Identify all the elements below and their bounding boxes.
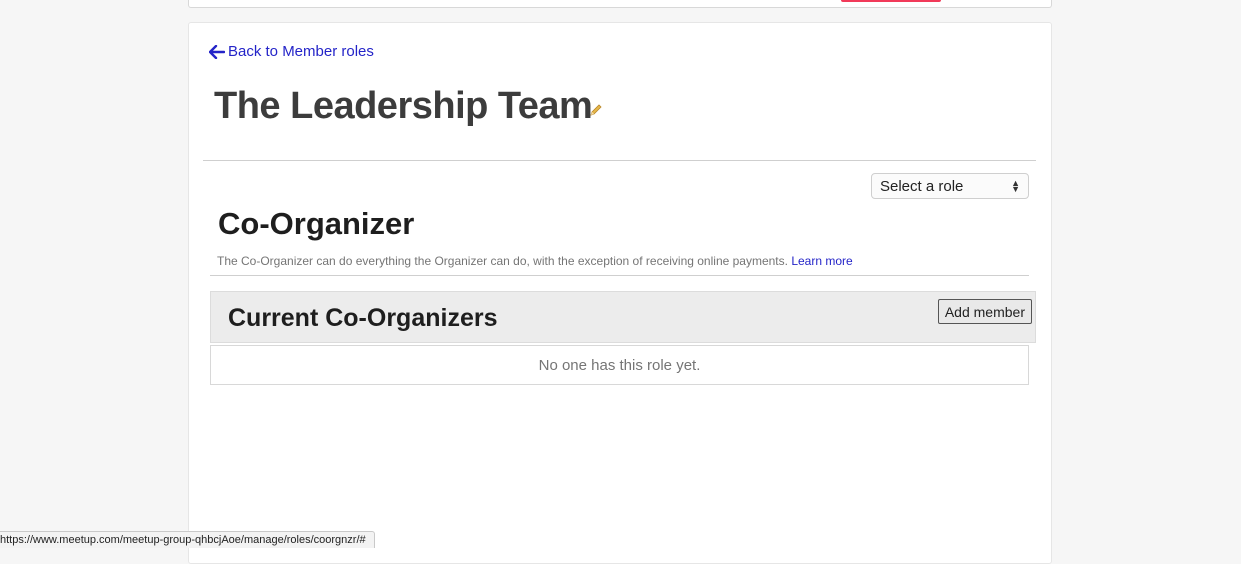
role-heading: Co-Organizer (218, 206, 415, 241)
title-divider (203, 160, 1036, 161)
role-card: Back to Member roles The Leadership Team… (188, 22, 1052, 564)
members-empty-state: No one has this role yet. (210, 345, 1029, 385)
arrow-left-icon (209, 44, 225, 59)
role-select-value: Select a role (880, 177, 964, 195)
select-arrows-icon: ▲ ▼ (1011, 178, 1020, 194)
back-link-label: Back to Member roles (228, 43, 374, 60)
description-divider (210, 275, 1029, 276)
members-section-title: Current Co-Organizers (228, 304, 498, 332)
members-panel-header: Current Co-Organizers Add member (210, 291, 1036, 343)
role-description: The Co-Organizer can do everything the O… (217, 254, 853, 268)
pencil-icon[interactable] (589, 103, 603, 117)
role-description-text: The Co-Organizer can do everything the O… (217, 254, 788, 268)
back-to-member-roles-link[interactable]: Back to Member roles (209, 43, 374, 60)
top-nav-action-button[interactable] (841, 0, 941, 2)
browser-status-bar: https://www.meetup.com/meetup-group-qhbc… (0, 531, 375, 548)
role-select-dropdown[interactable]: Select a role ▲ ▼ (871, 173, 1029, 199)
page-title: The Leadership Team (214, 85, 593, 127)
add-member-button[interactable]: Add member (937, 299, 1032, 324)
top-nav-bar (188, 0, 1052, 8)
empty-state-message: No one has this role yet. (538, 356, 701, 374)
learn-more-link[interactable]: Learn more (791, 254, 852, 268)
